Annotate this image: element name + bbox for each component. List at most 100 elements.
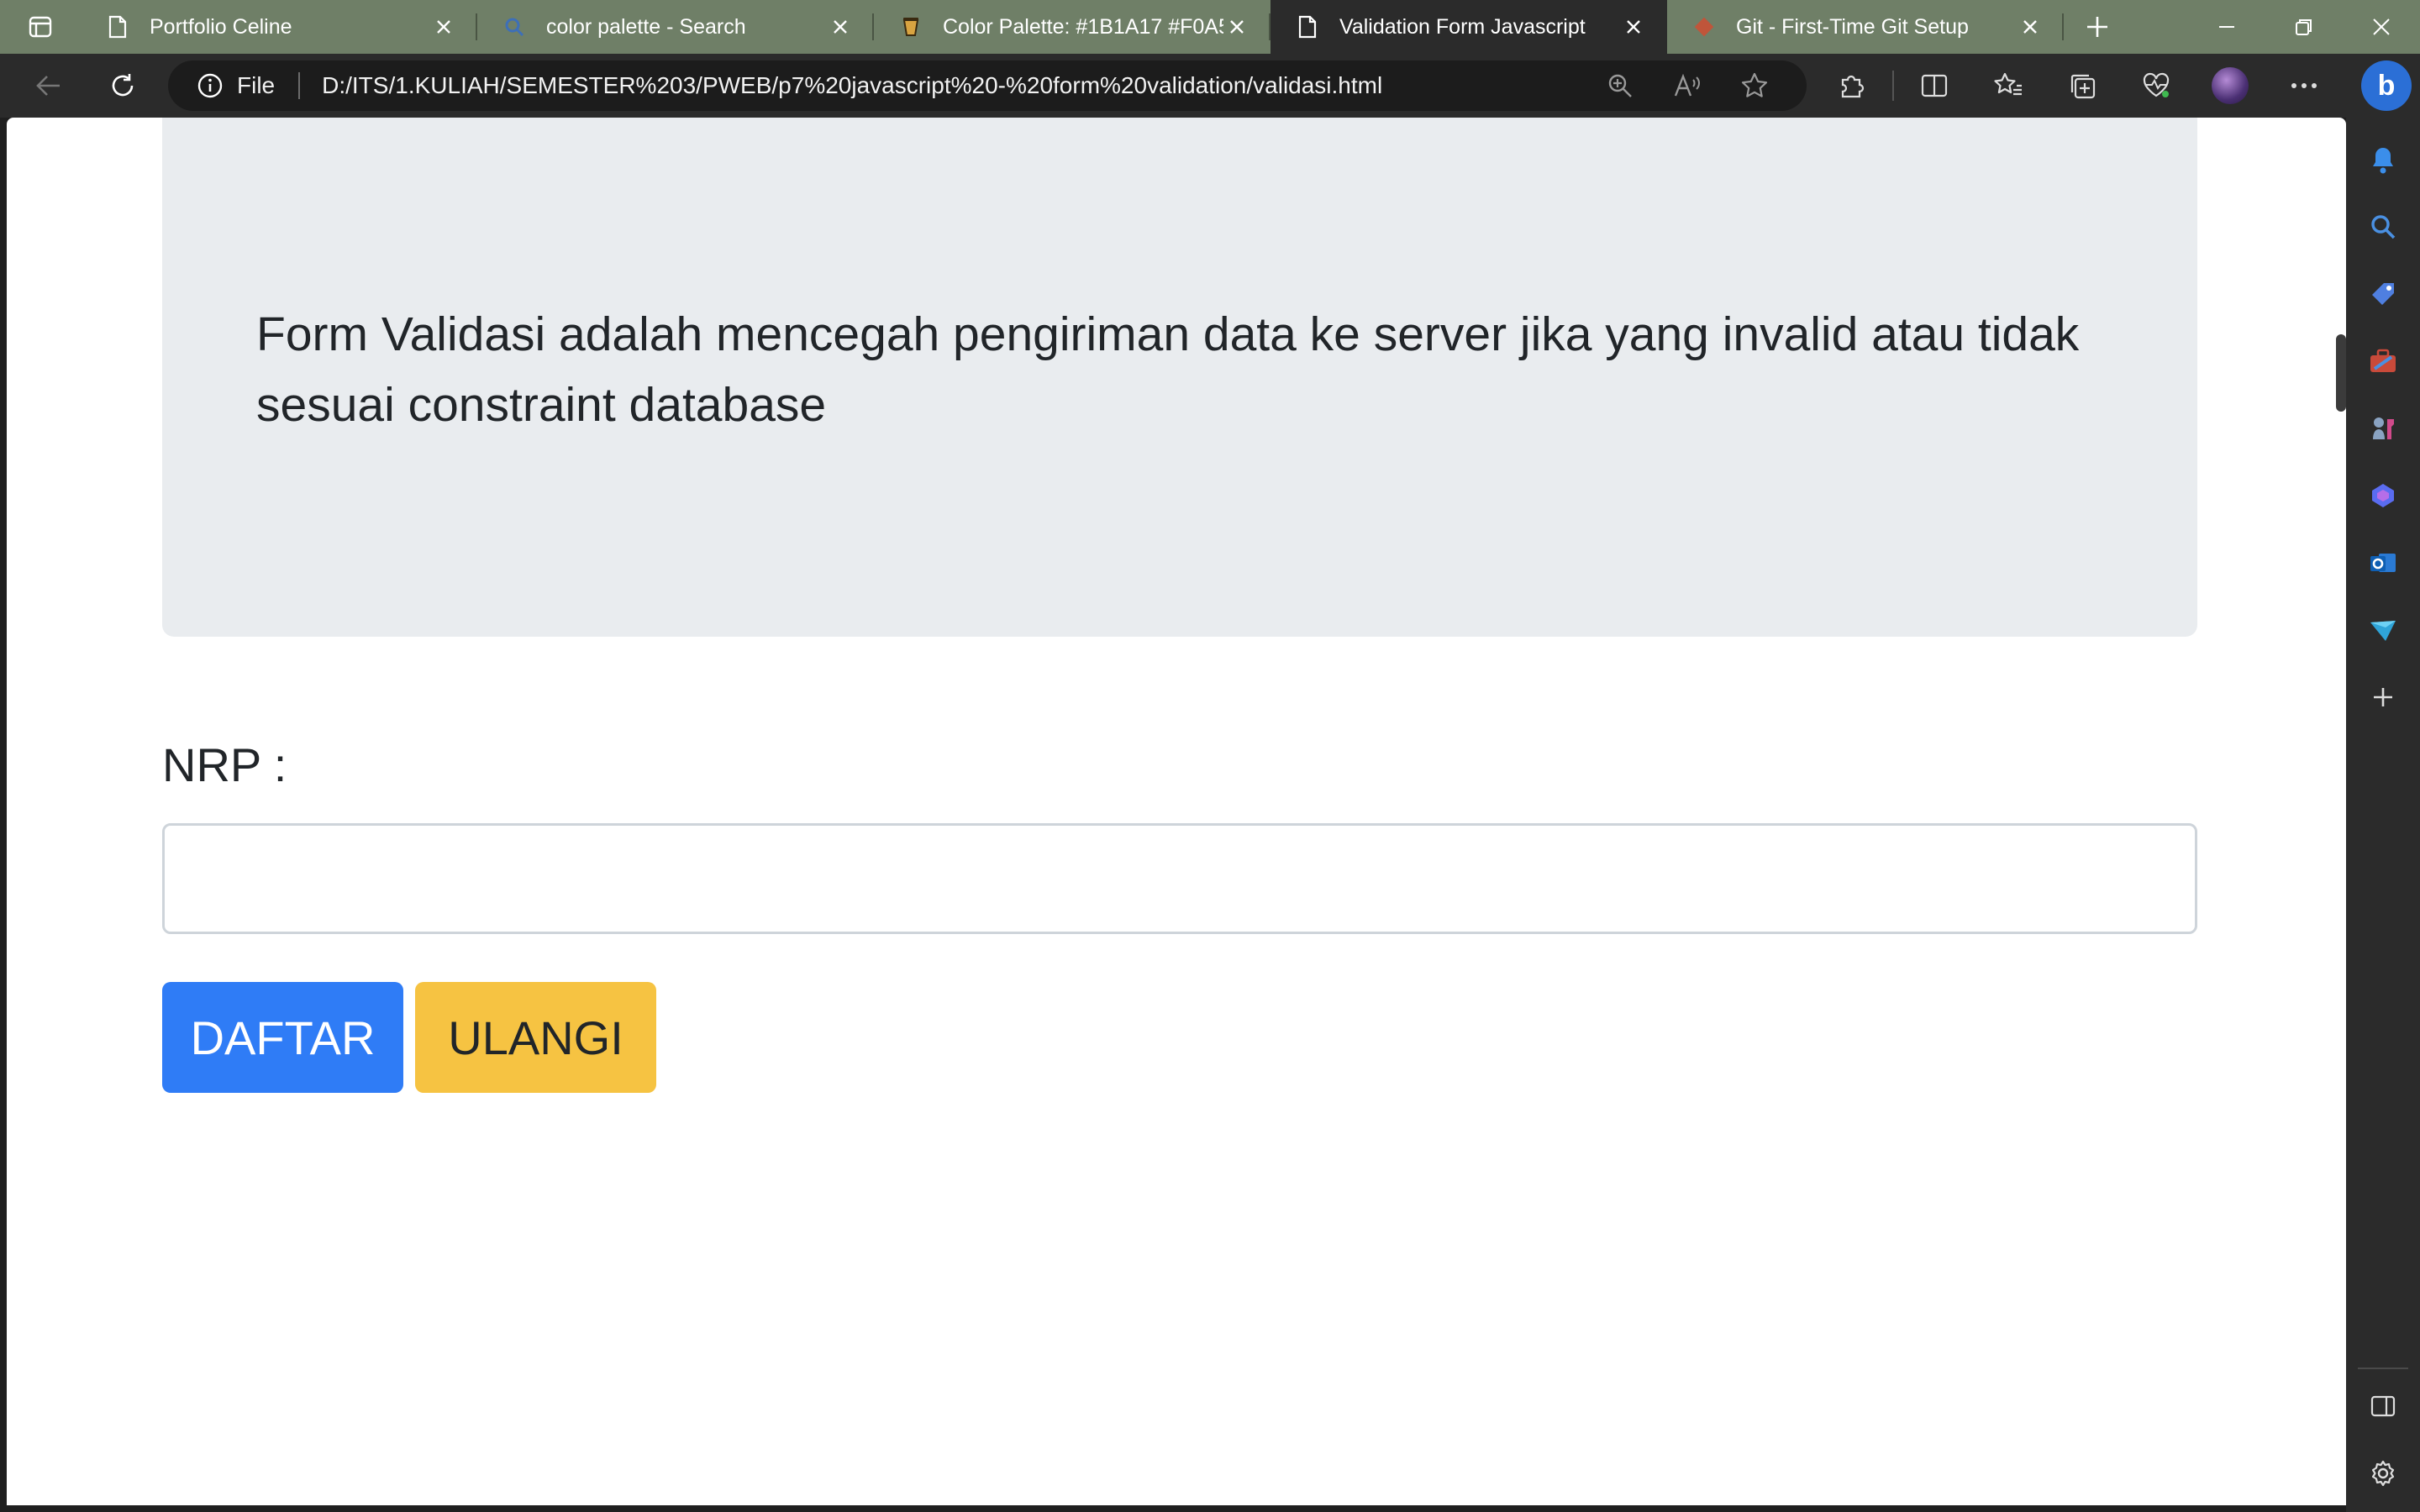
url-text[interactable]: D:/ITS/1.KULIAH/SEMESTER%203/PWEB/p7%20j… bbox=[322, 72, 1382, 99]
nrp-input[interactable] bbox=[162, 823, 2197, 934]
zoom-icon bbox=[1608, 74, 1632, 97]
paper-plane-icon bbox=[2370, 621, 2396, 641]
tab-portfolio-celine[interactable]: Portfolio Celine bbox=[81, 0, 477, 54]
window-controls bbox=[2188, 0, 2420, 54]
collections-button[interactable] bbox=[2045, 54, 2119, 118]
notifications-button[interactable] bbox=[2361, 138, 2405, 181]
page-icon bbox=[1294, 13, 1321, 40]
plus-icon bbox=[2087, 17, 2107, 37]
sidebar-search-button[interactable] bbox=[2361, 205, 2405, 249]
outlook-button[interactable] bbox=[2361, 541, 2405, 585]
close-icon[interactable] bbox=[1223, 13, 1250, 40]
extensions-button[interactable] bbox=[1815, 54, 1889, 118]
tab-actions-button[interactable] bbox=[0, 0, 81, 54]
zoom-button[interactable] bbox=[1586, 60, 1654, 111]
chess-piece-icon bbox=[2373, 417, 2394, 439]
refresh-icon bbox=[112, 74, 134, 97]
page-viewport: Form Validasi adalah mencegah pengiriman… bbox=[7, 118, 2346, 1505]
tools-button[interactable] bbox=[2361, 339, 2405, 383]
close-icon[interactable] bbox=[827, 13, 854, 40]
jumbotron: Form Validasi adalah mencegah pengiriman… bbox=[162, 118, 2197, 637]
restore-icon bbox=[2296, 19, 2312, 35]
close-icon[interactable] bbox=[430, 13, 457, 40]
edge-sidebar bbox=[2346, 118, 2420, 1512]
sidebar-settings-button[interactable] bbox=[2361, 1452, 2405, 1495]
browser-window: Portfolio Celine color palette - Search … bbox=[0, 0, 2420, 1512]
bell-icon bbox=[2373, 148, 2393, 174]
minimize-button[interactable] bbox=[2188, 0, 2265, 54]
tab-color-palette-search[interactable]: color palette - Search bbox=[477, 0, 874, 54]
close-window-button[interactable] bbox=[2343, 0, 2420, 54]
site-info-button[interactable]: File bbox=[197, 72, 275, 99]
toolbar-actions bbox=[1815, 54, 2341, 118]
info-icon bbox=[197, 73, 223, 98]
favorites-icon bbox=[1994, 72, 2022, 96]
read-aloud-icon bbox=[1674, 73, 1700, 97]
sidebar-divider bbox=[2358, 1368, 2408, 1369]
sidebar-panel-icon bbox=[2370, 1395, 2396, 1417]
tab-git-setup[interactable]: Git - First-Time Git Setup bbox=[1667, 0, 2064, 54]
site-info-label: File bbox=[237, 72, 276, 98]
copilot-icon bbox=[2372, 484, 2394, 507]
hide-sidebar-button[interactable] bbox=[2361, 1384, 2405, 1428]
favorite-button[interactable] bbox=[1721, 60, 1788, 111]
settings-more-button[interactable] bbox=[2267, 54, 2341, 118]
tab-title: color palette - Search bbox=[546, 14, 746, 39]
restore-button[interactable] bbox=[2265, 0, 2343, 54]
add-sidebar-app-button[interactable] bbox=[2361, 675, 2405, 719]
tab-title: Portfolio Celine bbox=[150, 14, 292, 39]
gear-icon bbox=[2371, 1460, 2395, 1487]
favorites-button[interactable] bbox=[1971, 54, 2045, 118]
toolbox-icon bbox=[2370, 349, 2396, 372]
page-icon bbox=[104, 13, 131, 40]
address-bar[interactable]: File D:/ITS/1.KULIAH/SEMESTER%203/PWEB/p… bbox=[168, 60, 1807, 111]
close-icon[interactable] bbox=[1620, 13, 1647, 40]
git-icon bbox=[1691, 13, 1718, 40]
sidebar-resize-handle[interactable] bbox=[2336, 334, 2346, 412]
more-icon bbox=[2291, 83, 2317, 88]
collections-icon bbox=[2070, 74, 2096, 99]
read-aloud-button[interactable] bbox=[1654, 60, 1721, 111]
copilot-button[interactable] bbox=[2361, 474, 2405, 517]
search-icon bbox=[501, 13, 528, 40]
close-icon[interactable] bbox=[2017, 13, 2044, 40]
tab-actions-icon bbox=[29, 16, 52, 38]
browser-essentials-button[interactable] bbox=[2119, 54, 2193, 118]
drop-button[interactable] bbox=[2361, 608, 2405, 652]
tab-title: Validation Form Javascript bbox=[1339, 14, 1586, 39]
search-icon bbox=[2371, 215, 2396, 239]
daftar-button[interactable]: DAFTAR bbox=[162, 982, 403, 1093]
split-screen-icon bbox=[1921, 74, 1948, 97]
tag-icon bbox=[2372, 283, 2394, 305]
refresh-button[interactable] bbox=[86, 54, 160, 118]
jumbotron-text: Form Validasi adalah mencegah pengiriman… bbox=[256, 307, 2080, 432]
back-button[interactable] bbox=[12, 54, 86, 118]
tab-color-palette[interactable]: Color Palette: #1B1A17 #F0A500 bbox=[874, 0, 1270, 54]
heart-pulse-icon bbox=[2143, 72, 2170, 97]
tab-strip: Portfolio Celine color palette - Search … bbox=[0, 0, 2420, 54]
puzzle-icon bbox=[1841, 75, 1865, 98]
star-icon bbox=[1741, 72, 1768, 97]
profile-button[interactable] bbox=[2193, 54, 2267, 118]
bing-icon: b bbox=[2377, 69, 2396, 102]
address-divider bbox=[298, 72, 301, 99]
nrp-label: NRP : bbox=[162, 738, 287, 791]
arrow-left-icon bbox=[36, 76, 60, 96]
split-screen-button[interactable] bbox=[1897, 54, 1971, 118]
tab-validation-form[interactable]: Validation Form Javascript bbox=[1270, 0, 1667, 54]
minimize-icon bbox=[2219, 26, 2234, 28]
address-bar-actions bbox=[1586, 60, 1788, 111]
avatar bbox=[2212, 67, 2249, 104]
palette-icon bbox=[897, 13, 924, 40]
ulangi-button[interactable]: ULANGI bbox=[415, 982, 656, 1093]
tab-title: Color Palette: #1B1A17 #F0A500 bbox=[943, 14, 1223, 39]
browser-toolbar: File D:/ITS/1.KULIAH/SEMESTER%203/PWEB/p… bbox=[0, 54, 2420, 118]
shopping-button[interactable] bbox=[2361, 272, 2405, 316]
bing-copilot-button[interactable]: b bbox=[2361, 60, 2412, 111]
new-tab-button[interactable] bbox=[2070, 0, 2124, 54]
close-icon bbox=[2373, 18, 2390, 35]
outlook-icon bbox=[2370, 554, 2396, 572]
tab-title: Git - First-Time Git Setup bbox=[1736, 14, 1969, 39]
games-button[interactable] bbox=[2361, 407, 2405, 450]
plus-icon bbox=[2374, 688, 2392, 706]
